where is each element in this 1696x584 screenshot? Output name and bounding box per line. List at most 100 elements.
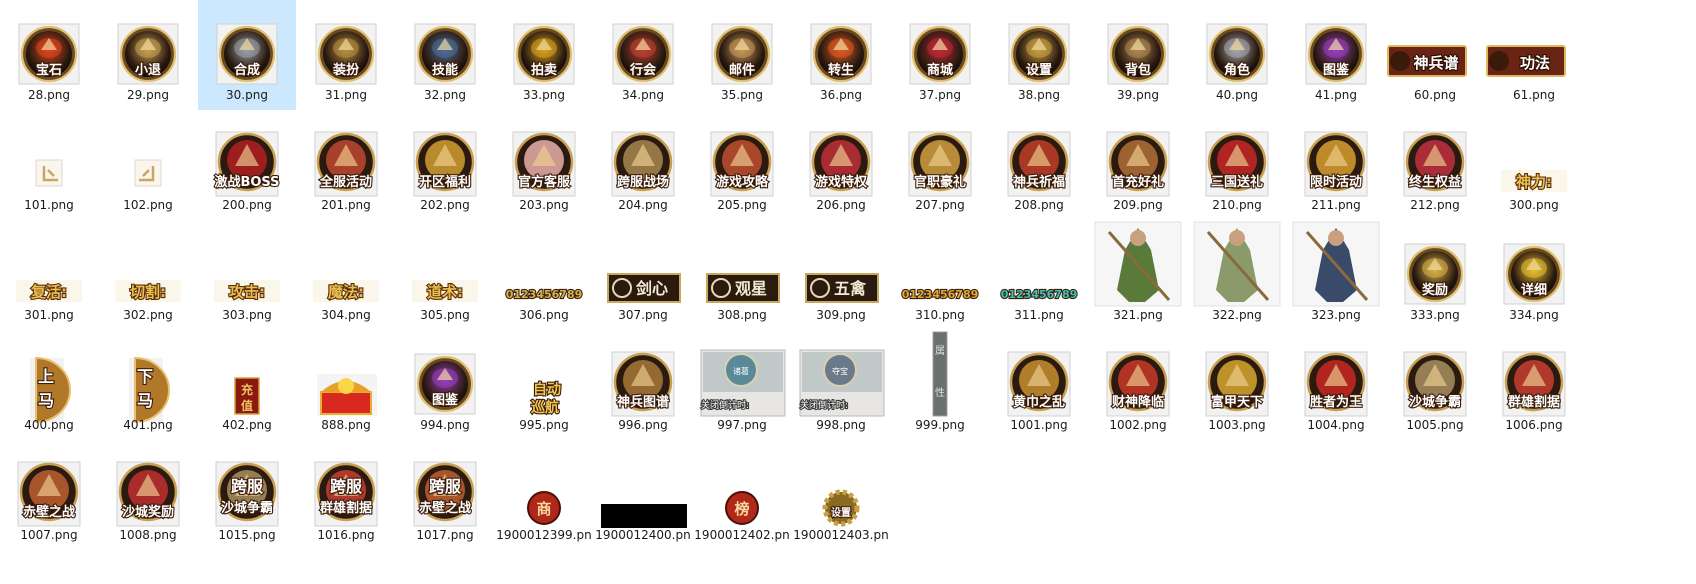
file-item[interactable]: 三国送礼 210.png bbox=[1188, 110, 1286, 220]
file-item[interactable]: 属性 999.png bbox=[891, 330, 989, 440]
file-item[interactable]: 诸葛 关闭倒计时: 997.png bbox=[693, 330, 791, 440]
file-thumbnail[interactable]: 图鉴 bbox=[1287, 0, 1385, 88]
file-thumbnail[interactable]: 终生权益 bbox=[1386, 110, 1484, 198]
file-item[interactable]: 赤壁之战 1007.png bbox=[0, 440, 98, 550]
file-thumbnail[interactable]: 角色 bbox=[1188, 0, 1286, 88]
file-thumbnail[interactable]: 全服活动 bbox=[297, 110, 395, 198]
file-item[interactable]: 1900012400.pn bbox=[594, 440, 692, 550]
file-item[interactable]: 888.png bbox=[297, 330, 395, 440]
file-thumbnail[interactable]: 装扮 bbox=[297, 0, 395, 88]
file-thumbnail[interactable]: 游戏特权 bbox=[792, 110, 890, 198]
file-thumbnail[interactable]: 五禽 bbox=[792, 220, 890, 308]
file-item[interactable]: 榜 1900012402.pn bbox=[693, 440, 791, 550]
file-thumbnail[interactable]: 设置 bbox=[990, 0, 1088, 88]
file-thumbnail[interactable]: 游戏攻略 bbox=[693, 110, 791, 198]
file-thumbnail[interactable] bbox=[0, 110, 98, 198]
file-thumbnail[interactable]: 诸葛 关闭倒计时: bbox=[693, 330, 791, 418]
file-thumbnail[interactable]: 道术: bbox=[396, 220, 494, 308]
file-item[interactable]: 沙城争霸 1005.png bbox=[1386, 330, 1484, 440]
file-item[interactable]: 合成 30.png bbox=[198, 0, 296, 110]
file-item[interactable]: 装扮 31.png bbox=[297, 0, 395, 110]
file-thumbnail[interactable]: 群雄割据 bbox=[1485, 330, 1583, 418]
file-item[interactable]: 322.png bbox=[1188, 220, 1286, 330]
file-thumbnail[interactable]: 胜者为王 bbox=[1287, 330, 1385, 418]
file-thumbnail[interactable]: 跨服 群雄割据 bbox=[297, 440, 395, 528]
file-thumbnail[interactable]: 0123456789 bbox=[891, 220, 989, 308]
file-thumbnail[interactable]: 小退 bbox=[99, 0, 197, 88]
file-item[interactable]: 小退 29.png bbox=[99, 0, 197, 110]
file-thumbnail[interactable]: 转生 bbox=[792, 0, 890, 88]
file-thumbnail[interactable]: 0123456789 bbox=[990, 220, 1088, 308]
file-item[interactable]: 限时活动 211.png bbox=[1287, 110, 1385, 220]
file-item[interactable]: 黄巾之乱 1001.png bbox=[990, 330, 1088, 440]
file-item[interactable]: 邮件 35.png bbox=[693, 0, 791, 110]
file-thumbnail[interactable]: 激战BOSS bbox=[198, 110, 296, 198]
file-thumbnail[interactable] bbox=[1287, 220, 1385, 308]
file-thumbnail[interactable]: 沙城争霸 bbox=[1386, 330, 1484, 418]
file-thumbnail[interactable]: 跨服战场 bbox=[594, 110, 692, 198]
file-thumbnail[interactable]: 神兵谱 bbox=[1386, 0, 1484, 88]
file-thumbnail[interactable]: 神兵祈福 bbox=[990, 110, 1088, 198]
file-item[interactable]: 奖励 333.png bbox=[1386, 220, 1484, 330]
file-item[interactable]: 行会 34.png bbox=[594, 0, 692, 110]
file-item[interactable]: 角色 40.png bbox=[1188, 0, 1286, 110]
file-item[interactable]: 道术: 305.png bbox=[396, 220, 494, 330]
file-item[interactable]: 跨服 群雄割据 1016.png bbox=[297, 440, 395, 550]
file-item[interactable]: 富甲天下 1003.png bbox=[1188, 330, 1286, 440]
file-item[interactable]: 上马 400.png bbox=[0, 330, 98, 440]
file-item[interactable]: 首充好礼 209.png bbox=[1089, 110, 1187, 220]
file-thumbnail[interactable]: 剑心 bbox=[594, 220, 692, 308]
file-thumbnail[interactable]: 行会 bbox=[594, 0, 692, 88]
file-thumbnail[interactable]: 图鉴 bbox=[396, 330, 494, 418]
file-item[interactable]: 剑心 307.png bbox=[594, 220, 692, 330]
file-item[interactable]: 图鉴 994.png bbox=[396, 330, 494, 440]
file-item[interactable]: 游戏攻略 205.png bbox=[693, 110, 791, 220]
file-thumbnail[interactable]: 官方客服 bbox=[495, 110, 593, 198]
file-thumbnail[interactable]: 充值 bbox=[198, 330, 296, 418]
file-item[interactable]: 开区福利 202.png bbox=[396, 110, 494, 220]
file-item[interactable]: 神兵谱 60.png bbox=[1386, 0, 1484, 110]
file-item[interactable]: 神兵图谱 996.png bbox=[594, 330, 692, 440]
file-thumbnail[interactable]: 黄巾之乱 bbox=[990, 330, 1088, 418]
file-item[interactable]: 商城 37.png bbox=[891, 0, 989, 110]
file-thumbnail[interactable]: 首充好礼 bbox=[1089, 110, 1187, 198]
file-item[interactable]: 转生 36.png bbox=[792, 0, 890, 110]
file-item[interactable]: 0123456789 310.png bbox=[891, 220, 989, 330]
file-item[interactable]: 充值 402.png bbox=[198, 330, 296, 440]
file-thumbnail[interactable]: 跨服 沙城争霸 bbox=[198, 440, 296, 528]
file-item[interactable]: 技能 32.png bbox=[396, 0, 494, 110]
file-thumbnail[interactable]: 富甲天下 bbox=[1188, 330, 1286, 418]
file-item[interactable]: 官职豪礼 207.png bbox=[891, 110, 989, 220]
file-item[interactable]: 323.png bbox=[1287, 220, 1385, 330]
file-item[interactable]: 五禽 309.png bbox=[792, 220, 890, 330]
file-item[interactable]: 宝石 28.png bbox=[0, 0, 98, 110]
file-item[interactable]: 胜者为王 1004.png bbox=[1287, 330, 1385, 440]
file-item[interactable]: 0123456789 306.png bbox=[495, 220, 593, 330]
file-thumbnail[interactable]: 开区福利 bbox=[396, 110, 494, 198]
file-thumbnail[interactable]: 宝石 bbox=[0, 0, 98, 88]
file-thumbnail[interactable]: 商 bbox=[495, 440, 593, 528]
file-thumbnail[interactable]: 切割: bbox=[99, 220, 197, 308]
file-thumbnail[interactable]: 复活: bbox=[0, 220, 98, 308]
file-item[interactable]: 设置 1900012403.pn bbox=[792, 440, 890, 550]
file-thumbnail[interactable]: 榜 bbox=[693, 440, 791, 528]
file-thumbnail[interactable]: 跨服 赤壁之战 bbox=[396, 440, 494, 528]
file-thumbnail[interactable]: 赤壁之战 bbox=[0, 440, 98, 528]
file-thumbnail[interactable] bbox=[1188, 220, 1286, 308]
file-item[interactable]: 跨服战场 204.png bbox=[594, 110, 692, 220]
file-thumbnail[interactable]: 神兵图谱 bbox=[594, 330, 692, 418]
file-item[interactable]: 设置 38.png bbox=[990, 0, 1088, 110]
file-thumbnail[interactable]: 神力: bbox=[1485, 110, 1583, 198]
file-thumbnail[interactable]: 设置 bbox=[792, 440, 890, 528]
file-item[interactable]: 终生权益 212.png bbox=[1386, 110, 1484, 220]
file-item[interactable]: 101.png bbox=[0, 110, 98, 220]
file-thumbnail[interactable]: 详细 bbox=[1485, 220, 1583, 308]
file-thumbnail[interactable]: 下马 bbox=[99, 330, 197, 424]
file-item[interactable]: 群雄割据 1006.png bbox=[1485, 330, 1583, 440]
file-thumbnail[interactable] bbox=[99, 110, 197, 198]
file-item[interactable]: 自动 巡航 995.png bbox=[495, 330, 593, 440]
file-item[interactable]: 攻击: 303.png bbox=[198, 220, 296, 330]
file-item[interactable]: 游戏特权 206.png bbox=[792, 110, 890, 220]
file-thumbnail[interactable]: 观星 bbox=[693, 220, 791, 308]
file-item[interactable]: 下马 401.png bbox=[99, 330, 197, 440]
